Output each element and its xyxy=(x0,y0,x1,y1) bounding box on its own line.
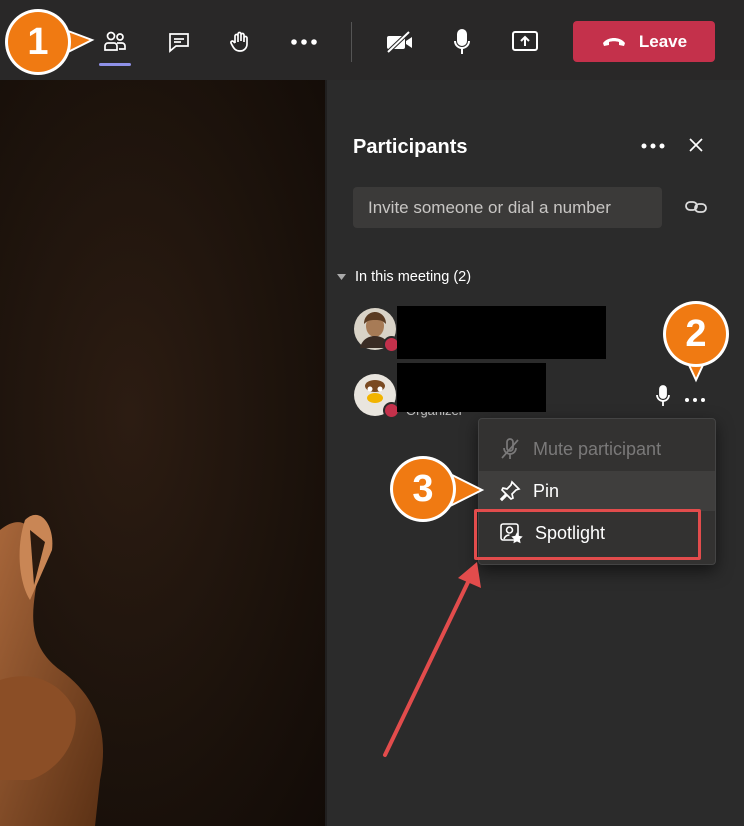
pin-menu-item[interactable]: Pin xyxy=(479,471,715,511)
close-icon xyxy=(689,138,703,152)
toolbar-divider xyxy=(351,22,352,62)
mic-off-icon xyxy=(501,438,519,459)
camera-toggle-button[interactable] xyxy=(380,22,420,62)
microphone-icon xyxy=(454,29,470,54)
raise-hand-icon xyxy=(230,31,248,52)
participants-icon xyxy=(104,31,126,51)
more-icon xyxy=(685,398,705,402)
more-icon xyxy=(291,39,317,45)
microphone-icon xyxy=(656,385,670,406)
camera-off-icon xyxy=(386,30,412,54)
more-icon xyxy=(641,143,665,149)
redacted-name xyxy=(397,363,546,412)
close-panel-button[interactable] xyxy=(688,137,704,158)
pin-icon xyxy=(499,480,521,502)
more-actions-button[interactable] xyxy=(284,22,324,62)
share-screen-icon xyxy=(512,31,538,51)
step-1-callout: 1 xyxy=(8,12,68,72)
caret-down-icon xyxy=(337,273,346,280)
share-invite-link-button[interactable] xyxy=(684,198,708,221)
invite-input[interactable]: Invite someone or dial a number xyxy=(353,187,662,228)
avatar xyxy=(354,308,400,353)
section-label: In this meeting (2) xyxy=(355,269,472,285)
menu-item-label: Mute participant xyxy=(533,438,662,459)
step-2-callout: 2 xyxy=(666,304,726,364)
microphone-toggle-button[interactable] xyxy=(442,22,482,62)
chat-icon xyxy=(169,33,189,53)
raise-hand-button[interactable] xyxy=(220,22,260,62)
video-stage xyxy=(0,80,325,826)
participant-video-image xyxy=(0,514,104,826)
share-screen-button[interactable] xyxy=(505,22,545,62)
meeting-toolbar: Leave xyxy=(0,0,744,80)
menu-item-label: Pin xyxy=(533,480,560,501)
link-icon xyxy=(685,201,707,213)
step-3-callout: 3 xyxy=(393,459,453,519)
hang-up-icon xyxy=(602,37,625,46)
avatar xyxy=(354,374,400,419)
participant-more-options-button[interactable] xyxy=(684,391,706,409)
panel-title: Participants xyxy=(353,136,468,158)
redacted-name xyxy=(397,306,606,359)
participant-mic-status xyxy=(654,384,672,413)
chat-button[interactable] xyxy=(159,22,199,62)
mute-participant-menu-item[interactable]: Mute participant xyxy=(479,429,715,469)
leave-button[interactable]: Leave xyxy=(573,21,715,62)
in-meeting-section-header[interactable]: In this meeting (2) xyxy=(337,269,471,285)
spotlight-highlight-box xyxy=(474,509,701,560)
participants-button[interactable] xyxy=(95,22,135,66)
leave-label: Leave xyxy=(638,31,688,51)
panel-more-button[interactable] xyxy=(640,138,666,156)
